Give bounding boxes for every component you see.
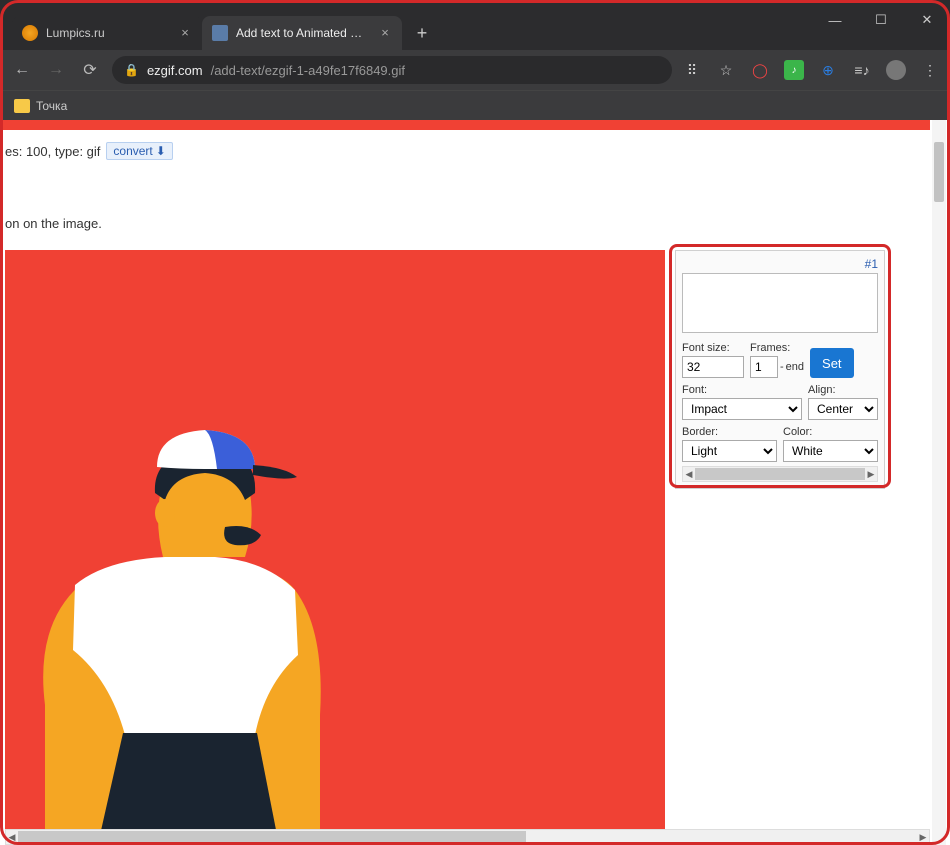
close-icon[interactable]: × (178, 26, 192, 40)
window-controls: — ☐ ✕ (812, 0, 950, 40)
font-label: Font: (682, 384, 802, 396)
border-select[interactable]: Light (682, 440, 777, 462)
panel-id: #1 (682, 257, 878, 273)
back-button[interactable]: ← (10, 58, 34, 82)
gif-preview[interactable] (5, 250, 665, 835)
frames-from-input[interactable] (750, 356, 778, 378)
frames-sep: - (780, 361, 784, 373)
bookmark-item[interactable]: Точка (36, 99, 67, 113)
file-info-text: es: 100, type: gif (5, 144, 100, 159)
titlebar: Lumpics.ru × Add text to Animated GIFs -… (0, 0, 950, 50)
tab-title: Add text to Animated GIFs - gif-... (236, 26, 370, 40)
tab-lumpics[interactable]: Lumpics.ru × (12, 16, 202, 50)
frames-label: Frames: (750, 342, 804, 354)
profile-avatar[interactable] (886, 60, 906, 80)
tab-title: Lumpics.ru (46, 26, 170, 40)
tab-strip: Lumpics.ru × Add text to Animated GIFs -… (0, 0, 436, 50)
reading-list-icon[interactable]: ≡♪ (852, 60, 872, 80)
scroll-right-icon[interactable]: ▶ (917, 830, 929, 844)
font-size-label: Font size: (682, 342, 744, 354)
scroll-thumb[interactable] (18, 831, 526, 843)
convert-label: convert (113, 144, 152, 158)
lock-icon: 🔒 (124, 63, 139, 77)
tab-ezgif[interactable]: Add text to Animated GIFs - gif-... × (202, 16, 402, 50)
bookmark-star-icon[interactable]: ☆ (716, 60, 736, 80)
close-icon[interactable]: × (378, 26, 392, 40)
reload-button[interactable]: ⟳ (78, 58, 102, 82)
align-label: Align: (808, 384, 878, 396)
scroll-left-icon[interactable]: ◀ (683, 467, 695, 481)
maximize-button[interactable]: ☐ (858, 0, 904, 40)
url-field[interactable]: 🔒 ezgif.com/add-text/ezgif-1-a49fe17f684… (112, 56, 672, 84)
new-tab-button[interactable]: + (408, 19, 436, 47)
caption-text-input[interactable] (682, 273, 878, 333)
scroll-right-icon[interactable]: ▶ (865, 467, 877, 481)
page-content: es: 100, type: gif convert ⬇ on on the i… (0, 120, 950, 845)
menu-icon[interactable]: ⋮ (920, 60, 940, 80)
scroll-thumb[interactable] (934, 142, 944, 202)
color-label: Color: (783, 426, 878, 438)
favicon-ezgif (212, 25, 228, 41)
extension-globe-icon[interactable]: ⊕ (818, 60, 838, 80)
page-horizontal-scrollbar[interactable]: ◀ ▶ (5, 829, 930, 845)
address-bar: ← → ⟳ 🔒 ezgif.com/add-text/ezgif-1-a49fe… (0, 50, 950, 90)
text-settings-panel: #1 Font size: Frames: - end (675, 250, 885, 835)
extension-green-icon[interactable]: ♪ (784, 60, 804, 80)
font-select[interactable]: Impact (682, 398, 802, 420)
forward-button[interactable]: → (44, 58, 68, 82)
convert-button[interactable]: convert ⬇ (106, 142, 172, 160)
scroll-thumb[interactable] (695, 468, 865, 480)
url-domain: ezgif.com (147, 63, 203, 78)
bookmarks-bar: Точка (0, 90, 950, 120)
url-path: /add-text/ezgif-1-a49fe17f6849.gif (211, 63, 405, 78)
font-size-input[interactable] (682, 356, 744, 378)
page-vertical-scrollbar[interactable] (932, 120, 946, 845)
scroll-left-icon[interactable]: ◀ (6, 830, 18, 844)
close-button[interactable]: ✕ (904, 0, 950, 40)
border-label: Border: (682, 426, 777, 438)
panel-scrollbar[interactable]: ◀ ▶ (682, 466, 878, 482)
favicon-lumpics (22, 25, 38, 41)
align-select[interactable]: Center (808, 398, 878, 420)
instruction-text: on on the image. (5, 216, 102, 231)
gif-illustration (5, 375, 405, 835)
extension-opera-icon[interactable]: ◯ (750, 60, 770, 80)
header-stripe (0, 120, 930, 130)
minimize-button[interactable]: — (812, 0, 858, 40)
file-info-line: es: 100, type: gif convert ⬇ (5, 142, 173, 160)
frames-to: end (786, 361, 804, 373)
color-select[interactable]: White (783, 440, 878, 462)
toolbar-icons: ⠿ ☆ ◯ ♪ ⊕ ≡♪ ⋮ (682, 60, 940, 80)
folder-icon (14, 99, 30, 113)
set-button[interactable]: Set (810, 348, 854, 378)
download-icon: ⬇ (156, 144, 166, 158)
translate-icon[interactable]: ⠿ (682, 60, 702, 80)
